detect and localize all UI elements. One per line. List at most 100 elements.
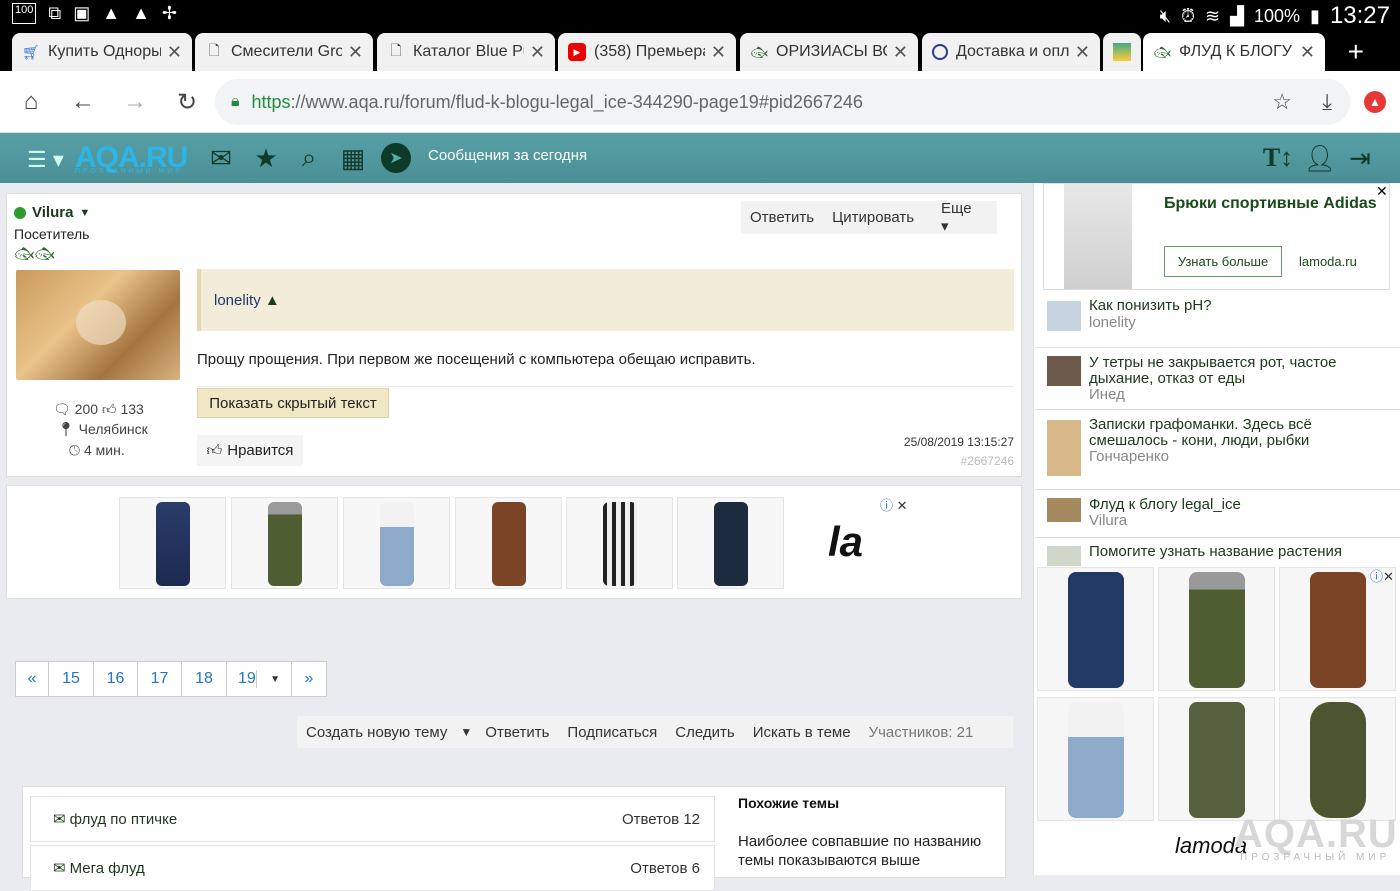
learn-more-button[interactable]: Узнать больше [1164, 246, 1282, 277]
logout-icon[interactable]: ⇥ [1344, 143, 1376, 173]
page-link[interactable]: 17 [138, 662, 182, 696]
ad-product-image[interactable] [1279, 567, 1396, 691]
sidebar-topic[interactable]: Записки графоманки. Здесь всё смешалось … [1035, 410, 1400, 490]
text-size-icon[interactable]: T↕ [1262, 143, 1294, 173]
browser-tab[interactable]: 🗋︎ Каталог Blue Pu ✕ [377, 33, 555, 71]
ad-product-image[interactable] [566, 497, 673, 589]
search-icon[interactable]: ⌕ [293, 142, 325, 173]
browser-tab[interactable]: Доставка и опл ✕ [922, 33, 1100, 71]
user-icon[interactable]: 👤︎ [1304, 143, 1337, 173]
new-tab-button[interactable]: + [1348, 36, 1364, 68]
follow-button[interactable]: Следить [666, 724, 743, 741]
ad-product-image[interactable] [1158, 697, 1275, 821]
topic-actions: Создать новую тему ▼ Ответить Подписатьс… [297, 716, 1013, 748]
sidebar-topic[interactable]: Помогите узнать название растения [1035, 538, 1400, 566]
browser-tab[interactable]: ▶ (358) Премьера ✕ [558, 33, 736, 71]
star-icon[interactable]: ★ [250, 143, 282, 173]
page-link[interactable]: 18 [182, 662, 227, 696]
more-button[interactable]: Еще ▾ [923, 200, 997, 235]
ad-product-image[interactable] [1279, 697, 1396, 821]
system-status-bar: 100 ⧉ ▣ ▲ ▲ ✢ 🔇︎ ⏰︎ ≋ ▟ 100% ▮ 13:27 [0, 0, 1400, 29]
ad-product-image[interactable] [343, 497, 450, 589]
list-item[interactable]: ✉ флуд по птичке Ответов 12 [30, 796, 715, 842]
tab-close-icon[interactable]: ✕ [711, 42, 726, 63]
tab-close-icon[interactable]: ✕ [167, 42, 182, 63]
chevron-down-icon[interactable]: ▼ [456, 725, 476, 739]
browser-tab[interactable]: 🗋︎ Смесители Grol ✕ [195, 33, 373, 71]
author-role: Посетитель [14, 226, 90, 242]
list-item[interactable]: ✉ Мега флуд Ответов 6 [30, 845, 715, 891]
sidebar-topic[interactable]: Флуд к блогу legal_ice Vilura [1035, 490, 1400, 538]
forward-icon[interactable]: → [118, 85, 152, 119]
reply-button[interactable]: Ответить [741, 209, 823, 226]
tab-close-icon[interactable]: ✕ [1075, 42, 1090, 63]
like-button[interactable]: 👍︎ Нравится [197, 435, 303, 466]
bookmark-star-icon[interactable]: ☆ [1272, 89, 1292, 115]
tab-close-icon[interactable]: ✕ [530, 42, 545, 63]
rank-fish-icon: 🐟︎🐟︎ [14, 246, 55, 263]
address-bar[interactable]: 🔒︎ https://www.aqa.ru/forum/flud-k-blogu… [215, 79, 1350, 125]
subscribe-button[interactable]: Подписаться [558, 724, 666, 741]
page-next[interactable]: » [292, 662, 326, 696]
ad-product-image[interactable] [1064, 184, 1132, 289]
sidebar-ad-domain[interactable]: lamoda.ru [1299, 254, 1357, 269]
signal-icon: ▟ [1230, 5, 1244, 26]
ad-brand-logo[interactable]: la [828, 518, 863, 566]
upload-icon[interactable]: ▲ [1364, 91, 1386, 113]
ad-product-image[interactable] [1037, 567, 1154, 691]
home-icon[interactable]: ⌂ [14, 85, 48, 119]
adchoices-icon[interactable]: ⓘ ✕ [880, 495, 908, 514]
post-author[interactable]: Vilura ▼ [14, 204, 90, 221]
tab-close-icon[interactable]: ✕ [348, 42, 363, 63]
alert-icon: ▲ [102, 3, 121, 23]
avatar[interactable] [16, 270, 180, 380]
fish-icon: 🐟︎ [750, 43, 768, 60]
today-messages-link[interactable]: Сообщения за сегодня [428, 147, 587, 164]
site-logo-subtitle: ПРОЗРАЧНЫЙ МИР [75, 168, 183, 175]
circle-icon [932, 44, 948, 60]
search-topic-button[interactable]: Искать в теме [744, 724, 860, 741]
sidebar-topic[interactable]: Как понизить pH? lonelity [1035, 292, 1400, 348]
envelope-icon: ✉ [53, 811, 66, 828]
divider [197, 386, 1014, 387]
browser-tab-active[interactable]: 🐟︎ ФЛУД К БЛОГУ ✕ [1143, 33, 1325, 71]
quote-block[interactable]: lonelity ▲ [197, 269, 1014, 331]
show-hidden-text-button[interactable]: Показать скрытый текст [197, 388, 389, 418]
similar-topics-note: Наиболее совпавшие по названию темы пока… [738, 833, 982, 869]
close-icon[interactable]: ✕ [1376, 183, 1388, 200]
page-link[interactable]: 15 [49, 662, 94, 696]
ad-product-image[interactable] [1037, 697, 1154, 821]
page-link[interactable]: 16 [94, 662, 138, 696]
telegram-icon[interactable]: ➤ [381, 143, 411, 173]
browser-tab[interactable]: 🛒︎ Купить Одноры ✕ [12, 33, 192, 71]
quote-button[interactable]: Цитировать [823, 209, 923, 226]
back-icon[interactable]: ← [66, 85, 100, 119]
ad-product-image[interactable] [231, 497, 338, 589]
page-prev[interactable]: « [16, 662, 49, 696]
sidebar-topic[interactable]: У тетры не закрывается рот, частое дыхан… [1035, 348, 1400, 410]
thumbs-up-icon: 👍︎ [101, 401, 117, 417]
ad-product-image[interactable] [455, 497, 562, 589]
topic-thumbnail [1047, 356, 1081, 386]
author-stats: 🗨︎ 200 👍︎ 133 [53, 401, 144, 417]
ad-product-image[interactable] [119, 497, 226, 589]
browser-tab[interactable]: 🐟︎ ОРИЗИАСЫ ВО ✕ [740, 33, 918, 71]
topic-reply-button[interactable]: Ответить [476, 724, 558, 741]
sidebar-ad[interactable]: Брюки спортивные Adidas Узнать больше la… [1043, 183, 1390, 290]
tab-close-icon[interactable]: ✕ [1300, 42, 1315, 63]
page-current-select[interactable]: 19 ▼ [227, 662, 292, 696]
mail-icon[interactable]: ✉ [205, 143, 237, 173]
tab-close-icon[interactable]: ✕ [893, 42, 908, 63]
browser-tab[interactable] [1103, 33, 1141, 71]
menu-icon[interactable]: ☰ ▾ [27, 147, 64, 173]
reload-icon[interactable]: ↻ [170, 85, 204, 119]
post-id-link[interactable]: #2667246 [961, 454, 1014, 468]
ad-product-image[interactable] [677, 497, 784, 589]
sidebar-ad-title[interactable]: Брюки спортивные Adidas [1164, 195, 1377, 213]
ad-product-image[interactable] [1158, 567, 1275, 691]
create-topic-button[interactable]: Создать новую тему [297, 724, 456, 741]
calendar-icon[interactable]: ▦ [337, 143, 369, 173]
doc-icon: 🗋︎ [390, 42, 402, 58]
adchoices-icon[interactable]: ⓘ✕ [1370, 566, 1394, 585]
download-icon[interactable]: ⤓ [1322, 89, 1332, 115]
